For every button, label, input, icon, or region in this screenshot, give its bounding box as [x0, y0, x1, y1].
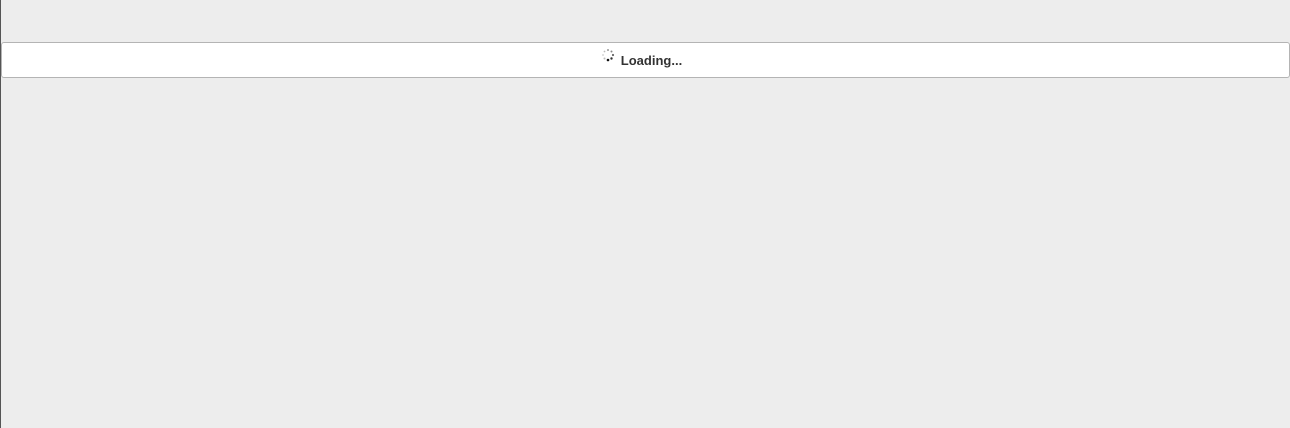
loading-text: Loading... — [620, 52, 683, 68]
loading-bar: Loading... — [1, 42, 1290, 78]
spinner-icon — [601, 49, 614, 62]
loading-indicator: Loading... — [601, 49, 683, 68]
